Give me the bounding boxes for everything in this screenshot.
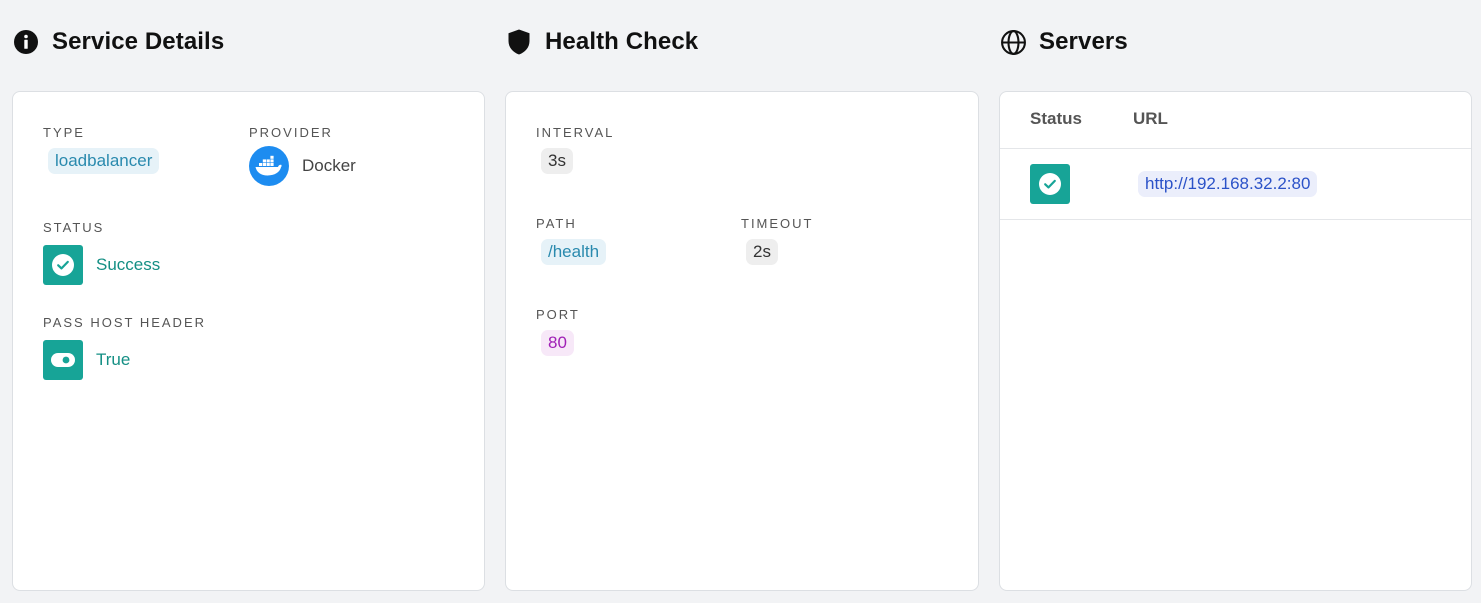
- service-details-header: Service Details: [12, 26, 224, 58]
- health-check-header: Health Check: [505, 26, 698, 58]
- table-row: http://192.168.32.2:80: [1000, 149, 1471, 220]
- path-label: PATH: [536, 216, 577, 231]
- port-value: 80: [541, 330, 574, 356]
- globe-icon: [999, 28, 1027, 56]
- health-check-title: Health Check: [545, 28, 699, 55]
- port-label: PORT: [536, 307, 580, 322]
- service-details-title: Service Details: [52, 28, 225, 55]
- provider-label: PROVIDER: [249, 125, 333, 140]
- servers-card: Status URL http://192.168.32.2:80: [999, 91, 1472, 591]
- health-check-section: Health Check INTERVAL 3s PATH /health TI…: [505, 0, 979, 603]
- column-header-url: URL: [1133, 109, 1168, 128]
- servers-section: Servers Status URL http://192.168.32.2:8…: [999, 0, 1472, 603]
- servers-header: Servers: [999, 26, 1128, 58]
- shield-icon: [505, 28, 533, 56]
- server-success-status-icon: [1030, 164, 1070, 204]
- pass-host-header-value: True: [96, 350, 131, 369]
- pass-host-header-label: PASS HOST HEADER: [43, 315, 206, 330]
- docker-icon: [249, 146, 289, 186]
- type-label: TYPE: [43, 125, 85, 140]
- health-check-card: INTERVAL 3s PATH /health TIMEOUT 2s PORT…: [505, 91, 979, 591]
- service-details-section: Service Details TYPE loadbalancer PROVID…: [12, 0, 485, 603]
- servers-title: Servers: [1039, 28, 1128, 55]
- servers-table-header: Status URL: [1000, 92, 1471, 149]
- interval-value: 3s: [541, 148, 573, 174]
- timeout-value: 2s: [746, 239, 778, 265]
- type-field: TYPE loadbalancer: [43, 125, 160, 174]
- type-value: loadbalancer: [48, 148, 160, 174]
- timeout-label: TIMEOUT: [741, 216, 814, 231]
- status-label: STATUS: [43, 220, 105, 235]
- interval-label: INTERVAL: [536, 125, 615, 140]
- status-value: Success: [96, 255, 161, 274]
- timeout-field: TIMEOUT 2s: [741, 216, 814, 265]
- provider-value: Docker: [302, 156, 356, 175]
- column-header-status: Status: [1030, 109, 1082, 128]
- info-icon: [12, 28, 40, 56]
- interval-field: INTERVAL 3s: [536, 125, 614, 174]
- path-field: PATH /health: [536, 216, 607, 265]
- path-value: /health: [541, 239, 607, 265]
- success-status-icon: [43, 245, 83, 285]
- toggle-on-icon: [43, 340, 83, 380]
- pass-host-header-field: PASS HOST HEADER True: [43, 315, 206, 380]
- port-field: PORT 80: [536, 307, 580, 356]
- provider-field: PROVIDER Docker: [249, 125, 356, 186]
- server-url-link[interactable]: http://192.168.32.2:80: [1138, 171, 1318, 197]
- service-details-card: TYPE loadbalancer PROVIDER Docker STATUS…: [12, 91, 485, 591]
- status-field: STATUS Success: [43, 220, 160, 285]
